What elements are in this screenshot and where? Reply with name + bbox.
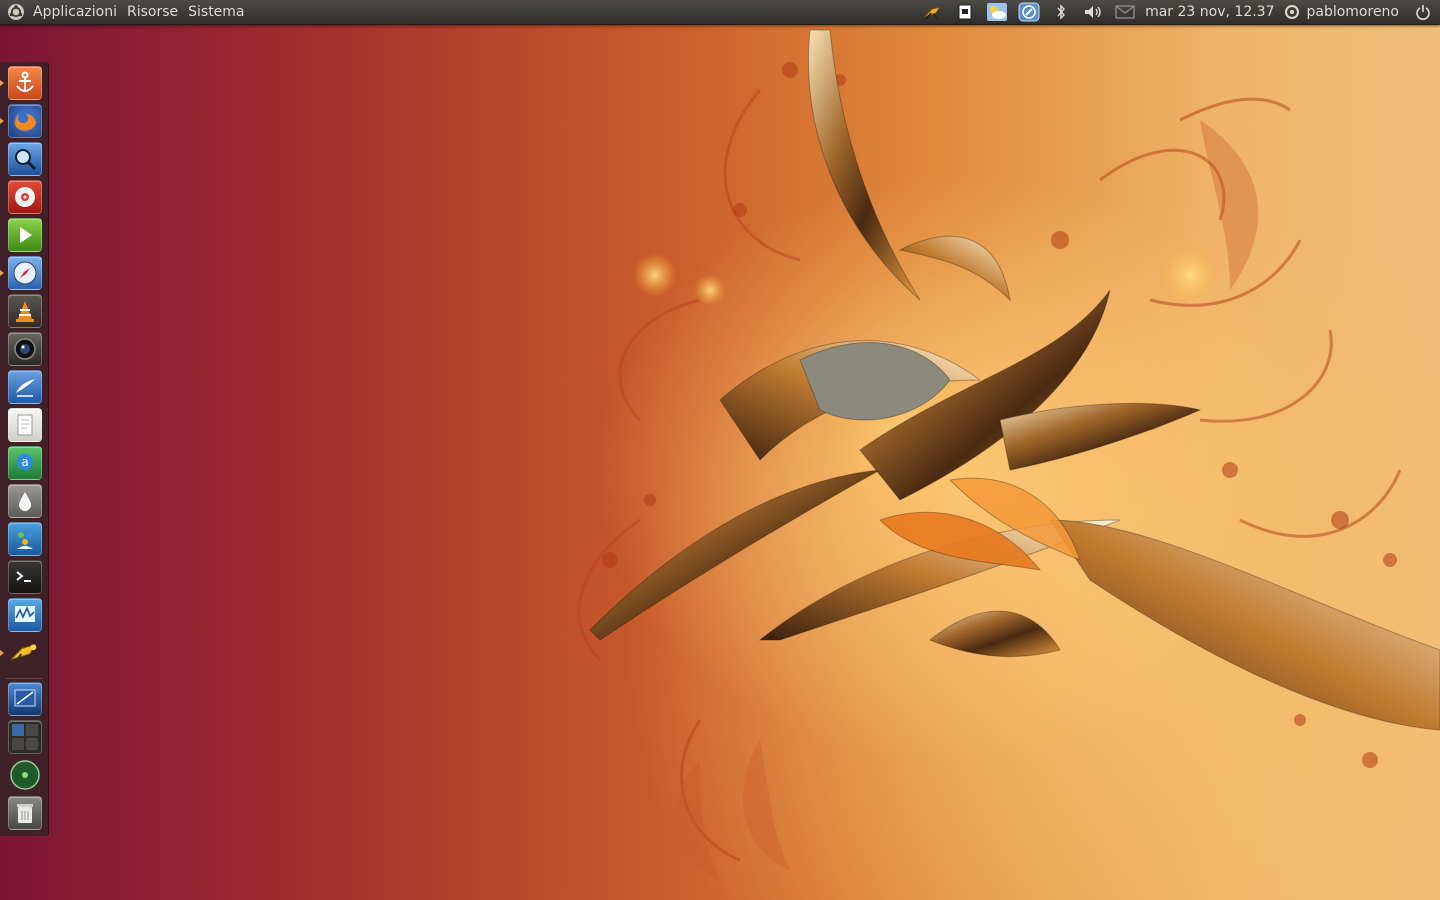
media-player-icon[interactable] [8, 218, 42, 252]
text-editor-icon[interactable] [8, 408, 42, 442]
running-indicator [0, 80, 4, 86]
amsn-chat-icon[interactable]: a [8, 446, 42, 480]
trash-icon[interactable] [8, 796, 42, 830]
power-icon[interactable] [1412, 0, 1434, 24]
mail-icon[interactable] [1114, 0, 1136, 24]
writer-document-icon[interactable] [8, 370, 42, 404]
green-sphere-icon[interactable] [8, 758, 42, 792]
vlc-cone-icon[interactable] [8, 294, 42, 328]
grasshopper-icon[interactable] [922, 0, 944, 24]
terminal-icon[interactable] [8, 560, 42, 594]
cd-burner-icon[interactable] [8, 180, 42, 214]
desktop-wallpaper [0, 0, 1440, 900]
workspaces-grid-icon[interactable] [8, 720, 42, 754]
menu-applicazioni[interactable]: Applicazioni [28, 0, 122, 24]
user-menu[interactable]: pablomoreno [1282, 4, 1407, 20]
launcher-separator [6, 678, 42, 679]
user-status-icon [1285, 5, 1300, 19]
top-panel: Applicazioni Risorse Sistema mar 23 nov,… [0, 0, 1440, 25]
droplet-app-icon[interactable] [8, 484, 42, 518]
panel-right: mar 23 nov, 12.37 pablomoreno [917, 0, 1440, 24]
menu-risorse[interactable]: Risorse [122, 0, 183, 24]
network-icon[interactable] [1018, 0, 1040, 24]
search-app-icon[interactable] [8, 142, 42, 176]
messenger-icon[interactable] [8, 522, 42, 556]
clipboard-icon[interactable] [954, 0, 976, 24]
webcam-icon[interactable] [8, 332, 42, 366]
wallpaper-art [577, 29, 1440, 880]
weather-icon[interactable] [986, 0, 1008, 24]
system-monitor-icon[interactable] [8, 598, 42, 632]
menu-sistema[interactable]: Sistema [183, 0, 249, 24]
panel-left: Applicazioni Risorse Sistema [0, 0, 250, 24]
bluetooth-icon[interactable] [1050, 0, 1072, 24]
workspace-switcher-icon[interactable] [8, 682, 42, 716]
ubuntu-logo-icon[interactable] [4, 0, 28, 24]
safari-compass-icon[interactable] [8, 256, 42, 290]
volume-icon[interactable] [1082, 0, 1104, 24]
launcher: a [0, 62, 49, 836]
running-indicator [0, 650, 4, 656]
username-label: pablomoreno [1306, 4, 1399, 20]
running-indicator [0, 270, 4, 276]
firefox-icon[interactable] [8, 104, 42, 138]
grasshopper-app-icon[interactable] [8, 636, 42, 670]
running-indicator [0, 118, 4, 124]
svg-text:a: a [21, 455, 28, 469]
ubuntu-anchor-icon[interactable] [8, 66, 42, 100]
clock[interactable]: mar 23 nov, 12.37 [1141, 4, 1282, 20]
